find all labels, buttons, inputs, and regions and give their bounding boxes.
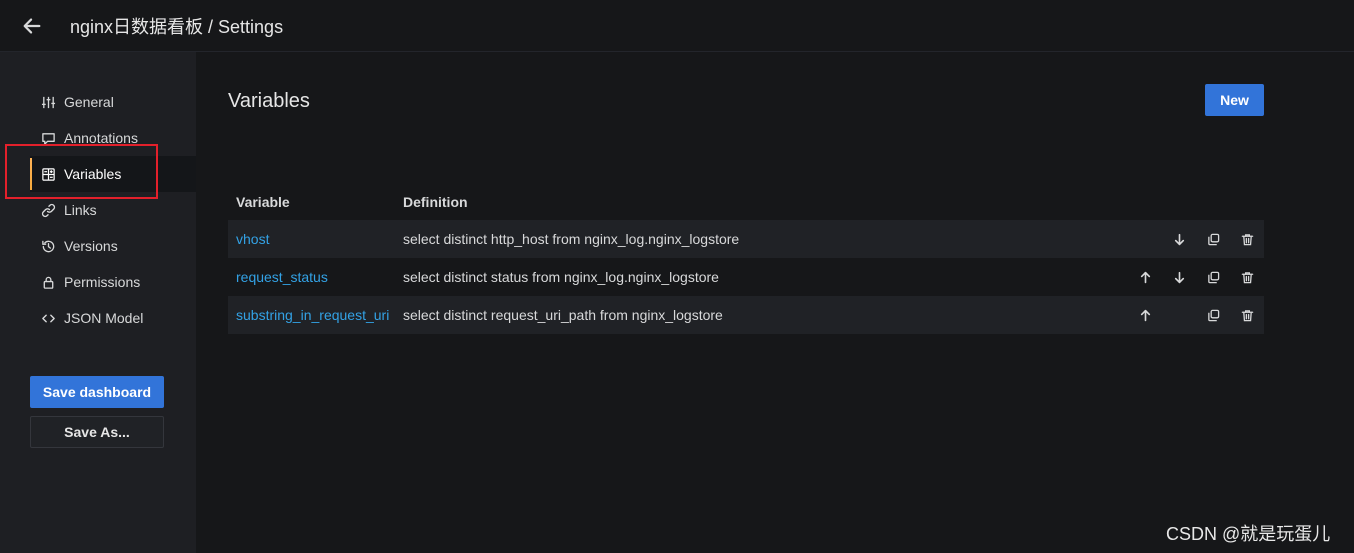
section-title: Variables [228,90,310,112]
row-actions [1128,305,1264,325]
comment-icon [40,130,56,146]
sliders-icon [40,94,56,110]
settings-nav: General Annotations Variables Links Vers… [30,84,196,336]
variable-definition: select distinct request_uri_path from ng… [403,307,723,323]
column-header-variable: Variable [236,194,290,210]
row-actions [1128,267,1264,287]
column-header-definition: Definition [403,194,468,210]
empty-slot [1128,229,1162,249]
page-title: nginx日数据看板 / Settings [70,16,284,37]
sidebar-item-versions[interactable]: Versions [30,228,196,264]
sidebar-item-permissions[interactable]: Permissions [30,264,196,300]
top-bar: nginx日数据看板 / Settings [0,0,1354,52]
trash-icon [1241,271,1253,283]
table-row: vhost select distinct http_host from ngi… [228,220,1264,258]
sidebar-item-json-model[interactable]: JSON Model [30,300,196,336]
save-dashboard-button[interactable]: Save dashboard [30,376,164,408]
duplicate-button[interactable] [1196,305,1230,325]
sidebar-item-label: Links [64,202,97,218]
arrow-left-icon [23,17,41,34]
sidebar-item-label: Versions [64,238,118,254]
empty-slot [1162,305,1196,325]
variable-link[interactable]: vhost [236,231,269,247]
sidebar-item-label: JSON Model [64,310,144,326]
table-row: substring_in_request_uri select distinct… [228,296,1264,334]
variable-link[interactable]: request_status [236,269,328,285]
trash-icon [1241,233,1253,245]
arrow-up-icon [1140,309,1150,321]
row-actions [1128,229,1264,249]
move-down-button[interactable] [1162,267,1196,287]
arrow-down-icon [1174,233,1184,245]
variable-definition: select distinct status from nginx_log.ng… [403,269,719,285]
variable-link[interactable]: substring_in_request_uri [236,307,389,323]
back-button[interactable] [0,0,64,52]
move-down-button[interactable] [1162,229,1196,249]
code-icon [40,310,56,326]
sidebar-item-label: Permissions [64,274,141,290]
variable-definition: select distinct http_host from nginx_log… [403,231,740,247]
new-variable-button[interactable]: New [1205,84,1264,116]
history-icon [40,238,56,254]
sidebar-item-general[interactable]: General [30,84,196,120]
link-icon [40,202,56,218]
delete-button[interactable] [1230,267,1264,287]
lock-icon [40,274,56,290]
move-up-button[interactable] [1128,267,1162,287]
table-row: request_status select distinct status fr… [228,258,1264,296]
delete-button[interactable] [1230,305,1264,325]
settings-sidebar: General Annotations Variables Links Vers… [0,52,196,553]
duplicate-button[interactable] [1196,267,1230,287]
move-up-button[interactable] [1128,305,1162,325]
sidebar-item-label: General [64,94,114,110]
save-as-button[interactable]: Save As... [30,416,164,448]
calculator-icon [40,166,56,182]
arrow-down-icon [1174,271,1184,283]
trash-icon [1241,309,1253,321]
duplicate-button[interactable] [1196,229,1230,249]
copy-icon [1207,233,1219,245]
sidebar-item-label: Variables [64,166,122,182]
sidebar-item-annotations[interactable]: Annotations [30,120,196,156]
watermark: CSDN @就是玩蛋儿 [1166,524,1331,544]
sidebar-item-label: Annotations [64,130,138,146]
table-header: Variable Definition [228,184,1264,220]
sidebar-item-links[interactable]: Links [30,192,196,228]
variables-table: Variable Definition vhost select distinc… [228,184,1264,334]
delete-button[interactable] [1230,229,1264,249]
copy-icon [1207,271,1219,283]
sidebar-item-variables[interactable]: Variables [30,156,196,192]
arrow-up-icon [1140,271,1150,283]
copy-icon [1207,309,1219,321]
